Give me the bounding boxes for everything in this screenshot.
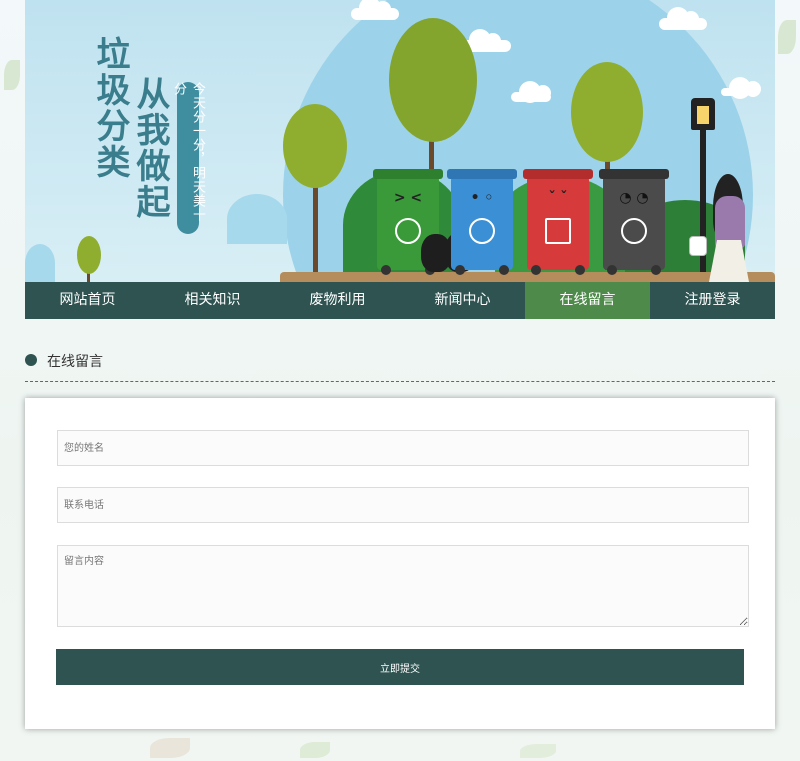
ground <box>280 272 775 282</box>
background-leaf <box>150 738 190 758</box>
cloud <box>659 7 707 30</box>
background-leaf <box>778 20 796 54</box>
name-input[interactable] <box>57 430 749 466</box>
section-title: 在线留言 <box>47 354 103 370</box>
small-cloud-bush <box>227 194 287 244</box>
lamp-light <box>697 106 709 124</box>
tree <box>77 236 101 274</box>
banner-slogan: 今天分一分，明天美十分 <box>171 82 205 234</box>
background-leaf <box>4 60 20 90</box>
banner: 垃圾分类 从我做起 今天分一分，明天美十分 > < • ◦ ˇ ˇ ◔ ◔ <box>25 0 775 282</box>
kitchen-waste-bin: • ◦ <box>447 169 517 275</box>
message-form-panel: 立即提交 <box>25 398 775 729</box>
cloud <box>351 0 399 20</box>
other-waste-bin: ◔ ◔ <box>599 169 669 275</box>
nav-item-knowledge[interactable]: 相关知识 <box>150 282 275 319</box>
message-textarea[interactable] <box>57 545 749 627</box>
nav-item-home[interactable]: 网站首页 <box>25 282 150 319</box>
background-leaf <box>300 742 330 758</box>
page-container: 垃圾分类 从我做起 今天分一分，明天美十分 > < • ◦ ˇ ˇ ◔ ◔ 网站… <box>25 0 775 729</box>
banner-title-col1: 垃圾分类 <box>90 36 130 180</box>
tree <box>389 18 477 142</box>
recycle-icon <box>395 218 421 244</box>
nav-item-message[interactable]: 在线留言 <box>525 282 650 319</box>
nav-item-news[interactable]: 新闻中心 <box>400 282 525 319</box>
plastic-bag <box>689 236 707 256</box>
bullet-dot-icon <box>25 354 37 366</box>
section-header: 在线留言 <box>25 351 775 382</box>
submit-button[interactable]: 立即提交 <box>56 649 744 685</box>
phone-input[interactable] <box>57 487 749 523</box>
background-leaf <box>520 744 556 758</box>
triangle-arrow-icon <box>621 218 647 244</box>
fish-bone-icon <box>469 218 495 244</box>
cloud <box>721 77 761 99</box>
nav-item-waste-reuse[interactable]: 废物利用 <box>275 282 400 319</box>
hazardous-waste-bin: ˇ ˇ <box>523 169 593 275</box>
cloud <box>511 81 551 103</box>
nav-item-register-login[interactable]: 注册登录 <box>650 282 775 319</box>
banner-title-col2: 从我做起 <box>130 76 170 220</box>
tree <box>571 62 643 162</box>
small-cloud-bush <box>25 244 55 282</box>
hazard-icon <box>545 218 571 244</box>
tree <box>283 104 347 188</box>
main-nav: 网站首页 相关知识 废物利用 新闻中心 在线留言 注册登录 <box>25 282 775 319</box>
